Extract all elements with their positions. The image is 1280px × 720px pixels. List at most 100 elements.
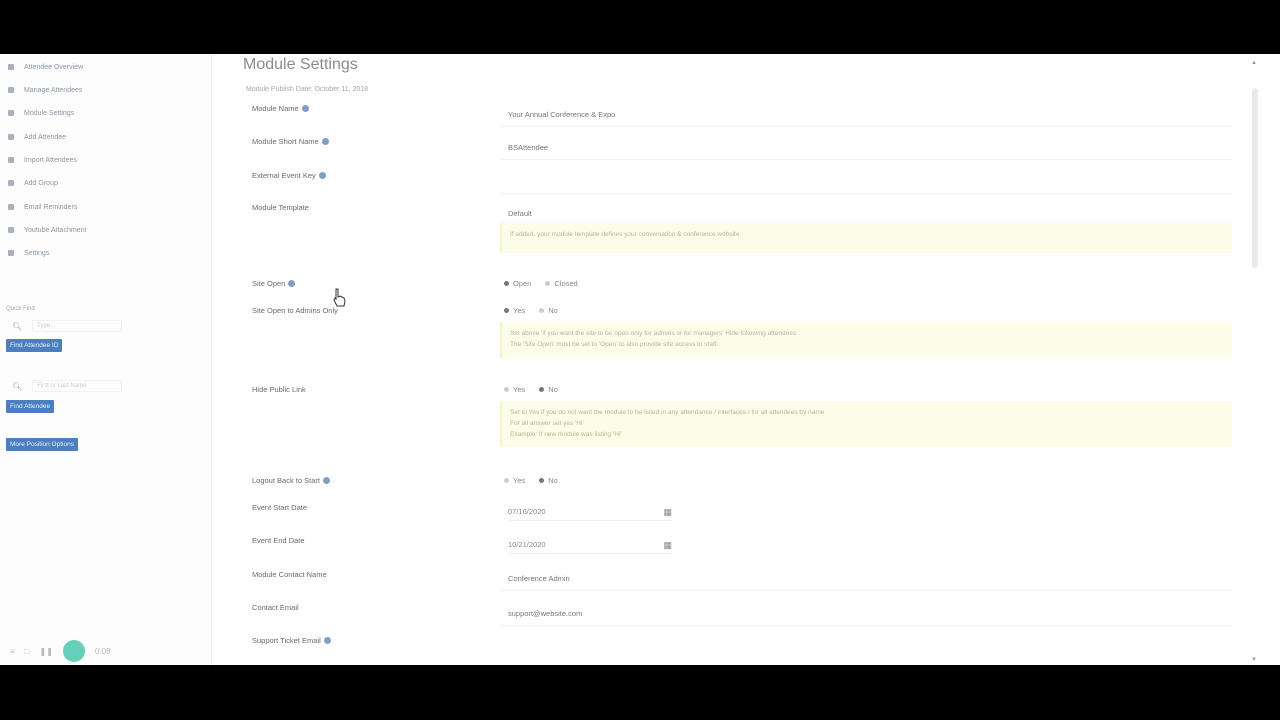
- radio-no[interactable]: No: [539, 385, 558, 394]
- contact-email-label: Contact Email: [252, 603, 299, 612]
- divider: [500, 193, 1232, 194]
- sidebar-item-email-reminders[interactable]: Email Reminders: [8, 200, 77, 214]
- info-icon[interactable]: [322, 477, 330, 484]
- scrollbar[interactable]: [1252, 88, 1258, 268]
- info-icon[interactable]: [321, 138, 329, 145]
- contact-email-input[interactable]: support@website.com: [508, 609, 582, 618]
- site-open-admins-label: Site Open to Admins Only: [252, 306, 338, 315]
- find-attendee-id-button[interactable]: Find Attendee ID: [6, 339, 63, 352]
- module-template-select[interactable]: Default: [508, 209, 532, 218]
- divider: [500, 590, 1232, 591]
- divider: [500, 126, 1232, 127]
- event-start-label: Event Start Date: [252, 503, 308, 512]
- search-icon: [8, 180, 14, 186]
- divider: [500, 159, 1232, 160]
- event-start-input[interactable]: 07/16/2020 ▦: [508, 507, 672, 521]
- sidebar-item-label: Attendee Overview: [24, 63, 84, 71]
- site-open-admins-radios: Yes No: [504, 306, 558, 315]
- info-icon[interactable]: [288, 280, 296, 287]
- sidebar-item-module-settings[interactable]: Module Settings: [8, 106, 74, 120]
- search-icon[interactable]: 🔍︎: [12, 382, 22, 391]
- info-icon[interactable]: [301, 105, 309, 112]
- module-short-name-label: Module Short Name: [252, 137, 329, 146]
- sidebar: Attendee Overview Manage Attendees Modul…: [0, 54, 212, 665]
- recording-time: 0:08: [94, 646, 111, 656]
- event-end-input[interactable]: 10/21/2020 ▦: [508, 540, 672, 554]
- radio-yes[interactable]: Yes: [504, 306, 525, 315]
- site-open-admins-note: Set above 'if you want the site to be op…: [500, 322, 1232, 358]
- scroll-up-icon[interactable]: ▲: [1251, 60, 1257, 66]
- sidebar-item-add-group[interactable]: Add Group: [8, 176, 58, 190]
- app-window: Attendee Overview Manage Attendees Modul…: [0, 54, 1280, 665]
- sidebar-item-label: Manage Attendees: [24, 86, 83, 94]
- name-search-input[interactable]: First or Last Name: [32, 380, 123, 392]
- search-icon[interactable]: 🔍︎: [12, 322, 22, 331]
- more-options-button[interactable]: More Position Options: [6, 438, 78, 451]
- divider: [500, 625, 1232, 626]
- scroll-down-icon[interactable]: ▼: [1251, 657, 1257, 663]
- module-name-input[interactable]: Your Annual Conference & Expo: [508, 110, 615, 119]
- note-line: Example: If new module was listing 'Hi': [510, 431, 622, 438]
- quick-find-row: 🔍︎ Type...: [12, 320, 123, 332]
- sidebar-item-label: Import Attendees: [24, 156, 77, 164]
- sidebar-item-add-attendee[interactable]: Add Attendee: [8, 130, 66, 144]
- sidebar-item-youtube-attachment[interactable]: Youtube Attachment: [8, 223, 86, 237]
- user-icon: [8, 157, 14, 163]
- recording-playbar: ≡ □ ❚❚ 0:08: [10, 640, 111, 662]
- radio-open[interactable]: Open: [504, 279, 531, 288]
- hide-public-link-radios: Yes No: [504, 385, 558, 394]
- contact-name-label: Module Contact Name: [252, 570, 327, 579]
- sidebar-item-settings[interactable]: Settings: [8, 246, 49, 260]
- info-icon[interactable]: [318, 172, 326, 179]
- page-subtitle: Module Publish Date: October 11, 2018: [246, 86, 369, 93]
- contact-name-input[interactable]: Conference Admin: [508, 574, 570, 583]
- radio-no[interactable]: No: [539, 476, 558, 485]
- main-content: Module Settings Module Publish Date: Oct…: [232, 54, 1262, 665]
- find-attendee-button[interactable]: Find Attendee: [6, 400, 55, 413]
- radio-yes[interactable]: Yes: [504, 385, 525, 394]
- calendar-icon[interactable]: ▦: [663, 507, 672, 518]
- close-icon: [8, 227, 14, 233]
- label-text: Site Open: [252, 279, 286, 288]
- sidebar-item-label: Youtube Attachment: [24, 226, 87, 234]
- radio-yes[interactable]: Yes: [504, 476, 525, 485]
- square-icon[interactable]: □: [25, 647, 30, 656]
- logout-back-label: Logout Back to Start: [252, 476, 330, 485]
- module-short-name-input[interactable]: BSAttendee: [508, 143, 548, 152]
- note-line: The 'Site Open' must be set to 'Open' to…: [510, 341, 719, 348]
- calendar-icon[interactable]: ▦: [663, 540, 672, 551]
- radio-closed[interactable]: Closed: [545, 279, 578, 288]
- info-icon[interactable]: [323, 637, 331, 644]
- grid-icon: [8, 250, 14, 256]
- menu-icon[interactable]: ≡: [10, 647, 15, 656]
- sidebar-item-attendee-overview[interactable]: Attendee Overview: [8, 60, 83, 74]
- site-open-label: Site Open: [252, 279, 296, 288]
- hide-public-link-note: Set to Yes if you do not want the module…: [500, 401, 1232, 447]
- support-email-label: Support Ticket Email: [252, 636, 331, 645]
- pause-icon[interactable]: ❚❚: [40, 647, 53, 656]
- note-line: Set above 'if you want the site to be op…: [510, 330, 797, 337]
- name-search-row: 🔍︎ First or Last Name: [12, 380, 123, 392]
- attendee-id-input[interactable]: Type...: [32, 320, 123, 332]
- user-icon: [8, 204, 14, 210]
- module-name-label: Module Name: [252, 104, 309, 113]
- sidebar-item-label: Add Attendee: [24, 133, 67, 141]
- record-check-icon[interactable]: [62, 640, 85, 662]
- hand-cursor-icon: [333, 288, 346, 307]
- sidebar-item-label: Settings: [24, 249, 50, 257]
- site-open-radios: Open Closed: [504, 279, 578, 288]
- label-text: Logout Back to Start: [252, 476, 320, 485]
- label-text: Module Name: [252, 104, 299, 113]
- label-text: Module Short Name: [252, 137, 319, 146]
- label-text: Support Ticket Email: [252, 636, 321, 645]
- note-line: Set to Yes if you do not want the module…: [510, 409, 825, 416]
- quick-find-label: Quick Find: [6, 306, 35, 312]
- label-text: External Event Key: [252, 171, 316, 180]
- page-title: Module Settings: [243, 56, 358, 73]
- sidebar-item-import-attendees[interactable]: Import Attendees: [8, 153, 77, 167]
- sidebar-item-label: Module Settings: [24, 109, 75, 117]
- radio-no[interactable]: No: [539, 306, 558, 315]
- sidebar-item-manage-attendees[interactable]: Manage Attendees: [8, 83, 82, 97]
- hide-public-link-label: Hide Public Link: [252, 385, 306, 394]
- logout-back-radios: Yes No: [504, 476, 558, 485]
